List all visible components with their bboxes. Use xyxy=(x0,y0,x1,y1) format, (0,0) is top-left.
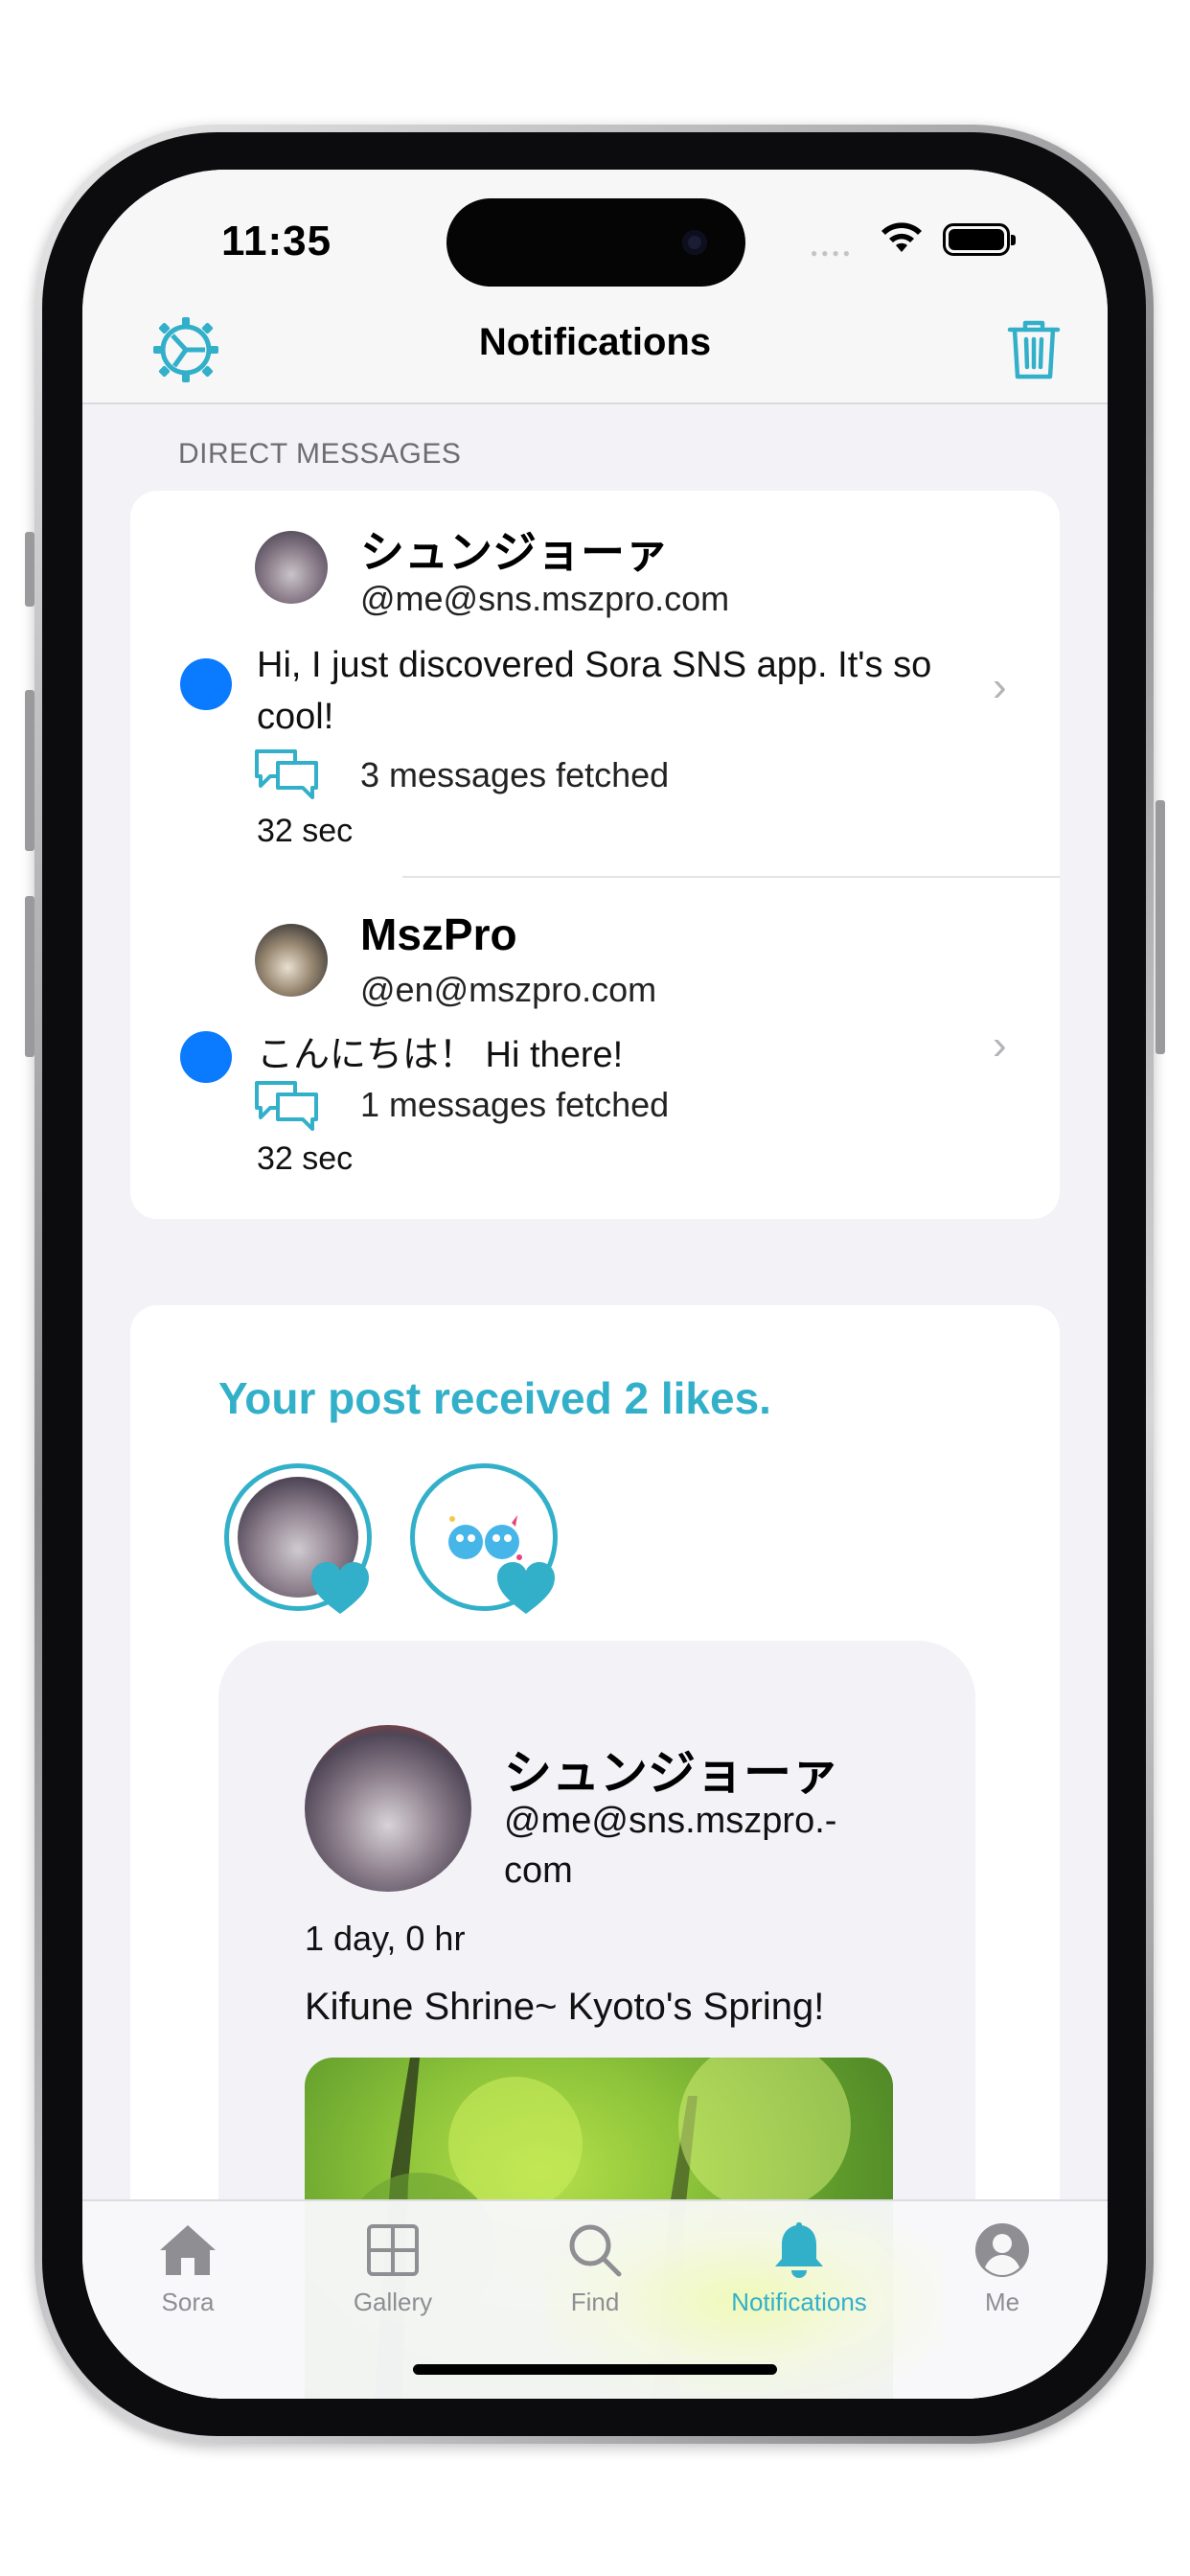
tab-find[interactable]: Find xyxy=(499,2219,691,2317)
post-author-avatar[interactable] xyxy=(305,1725,471,1892)
tab-me[interactable]: Me xyxy=(906,2219,1098,2317)
post-author-name: シュンジョーァ xyxy=(504,1746,839,1800)
volume-down-button xyxy=(25,896,34,1057)
bell-icon xyxy=(775,2222,823,2278)
avatar xyxy=(255,531,328,604)
post-time: 1 day, 0 hr xyxy=(305,1919,466,1958)
chevron-right-icon: › xyxy=(993,1022,1007,1069)
likes-title: Your post received 2 likes. xyxy=(218,1373,771,1423)
direct-messages-card: シュンジョーァ @me@sns.mszpro.com Hi, I just di… xyxy=(130,491,1060,1219)
tab-label: Gallery xyxy=(353,2288,433,2316)
chat-bubbles-icon xyxy=(255,1081,318,1131)
dm-row[interactable]: MszPro @en@mszpro.com こんにちは！ Hi there! 1… xyxy=(130,878,1060,1219)
person-circle-icon xyxy=(975,2223,1029,2277)
tab-notifications[interactable]: Notifications xyxy=(703,2219,895,2317)
battery-icon xyxy=(943,223,1016,256)
sender-handle: @en@mszpro.com xyxy=(360,970,657,1009)
tab-label: Me xyxy=(984,2288,1020,2316)
sender-handle: @me@sns.mszpro.com xyxy=(360,579,730,618)
tab-gallery[interactable]: Gallery xyxy=(297,2219,489,2317)
post-author-handle: @me@sns.mszpro.- com xyxy=(504,1801,837,1891)
camera-icon xyxy=(682,230,707,255)
heart-icon xyxy=(311,1562,369,1614)
tab-sora[interactable]: Sora xyxy=(92,2219,284,2317)
heart-icon xyxy=(497,1562,555,1614)
tab-label: Sora xyxy=(161,2288,215,2316)
house-icon xyxy=(160,2225,216,2275)
post-text: Kifune Shrine~ Kyoto's Spring! xyxy=(305,1986,825,2028)
trash-icon[interactable] xyxy=(1007,318,1061,381)
screen: 11:35 ●●●● Notifications DIRECT MESSAGES… xyxy=(82,170,1108,2399)
cellular-signal-icon: ●●●● xyxy=(811,246,854,260)
chat-bubbles-icon xyxy=(255,749,318,799)
unread-dot-icon xyxy=(180,658,232,710)
message-preview: Hi, I just discovered Sora SNS app. It's… xyxy=(257,645,932,737)
time-ago: 32 sec xyxy=(257,813,354,849)
magnifier-icon xyxy=(569,2224,622,2277)
volume-up-button xyxy=(25,690,34,851)
top-bar: 11:35 ●●●● Notifications xyxy=(82,170,1108,404)
sender-name: シュンジョーァ xyxy=(360,527,669,577)
wifi-icon xyxy=(881,222,922,252)
unread-dot-icon xyxy=(180,1031,232,1083)
side-button xyxy=(1156,800,1165,1054)
avatar xyxy=(255,924,328,997)
chevron-right-icon: › xyxy=(993,663,1007,710)
liker-avatar[interactable] xyxy=(410,1463,558,1614)
messages-fetched-label: 3 messages fetched xyxy=(360,755,670,794)
tab-label: Find xyxy=(570,2288,620,2316)
status-time: 11:35 xyxy=(221,218,332,264)
mute-switch xyxy=(25,532,34,607)
message-preview: こんにちは！ Hi there! xyxy=(257,1035,624,1075)
home-indicator[interactable] xyxy=(413,2364,777,2375)
grid-icon xyxy=(367,2224,419,2276)
messages-fetched-label: 1 messages fetched xyxy=(360,1085,670,1124)
tab-label: Notifications xyxy=(731,2288,867,2316)
dynamic-island xyxy=(446,198,745,287)
dm-row[interactable]: シュンジョーァ @me@sns.mszpro.com Hi, I just di… xyxy=(130,491,1060,874)
page-title: Notifications xyxy=(478,321,712,363)
time-ago: 32 sec xyxy=(257,1140,354,1177)
sender-name: MszPro xyxy=(360,909,517,959)
liker-avatar[interactable] xyxy=(224,1463,372,1614)
section-header-direct-messages: DIRECT MESSAGES xyxy=(178,438,462,470)
